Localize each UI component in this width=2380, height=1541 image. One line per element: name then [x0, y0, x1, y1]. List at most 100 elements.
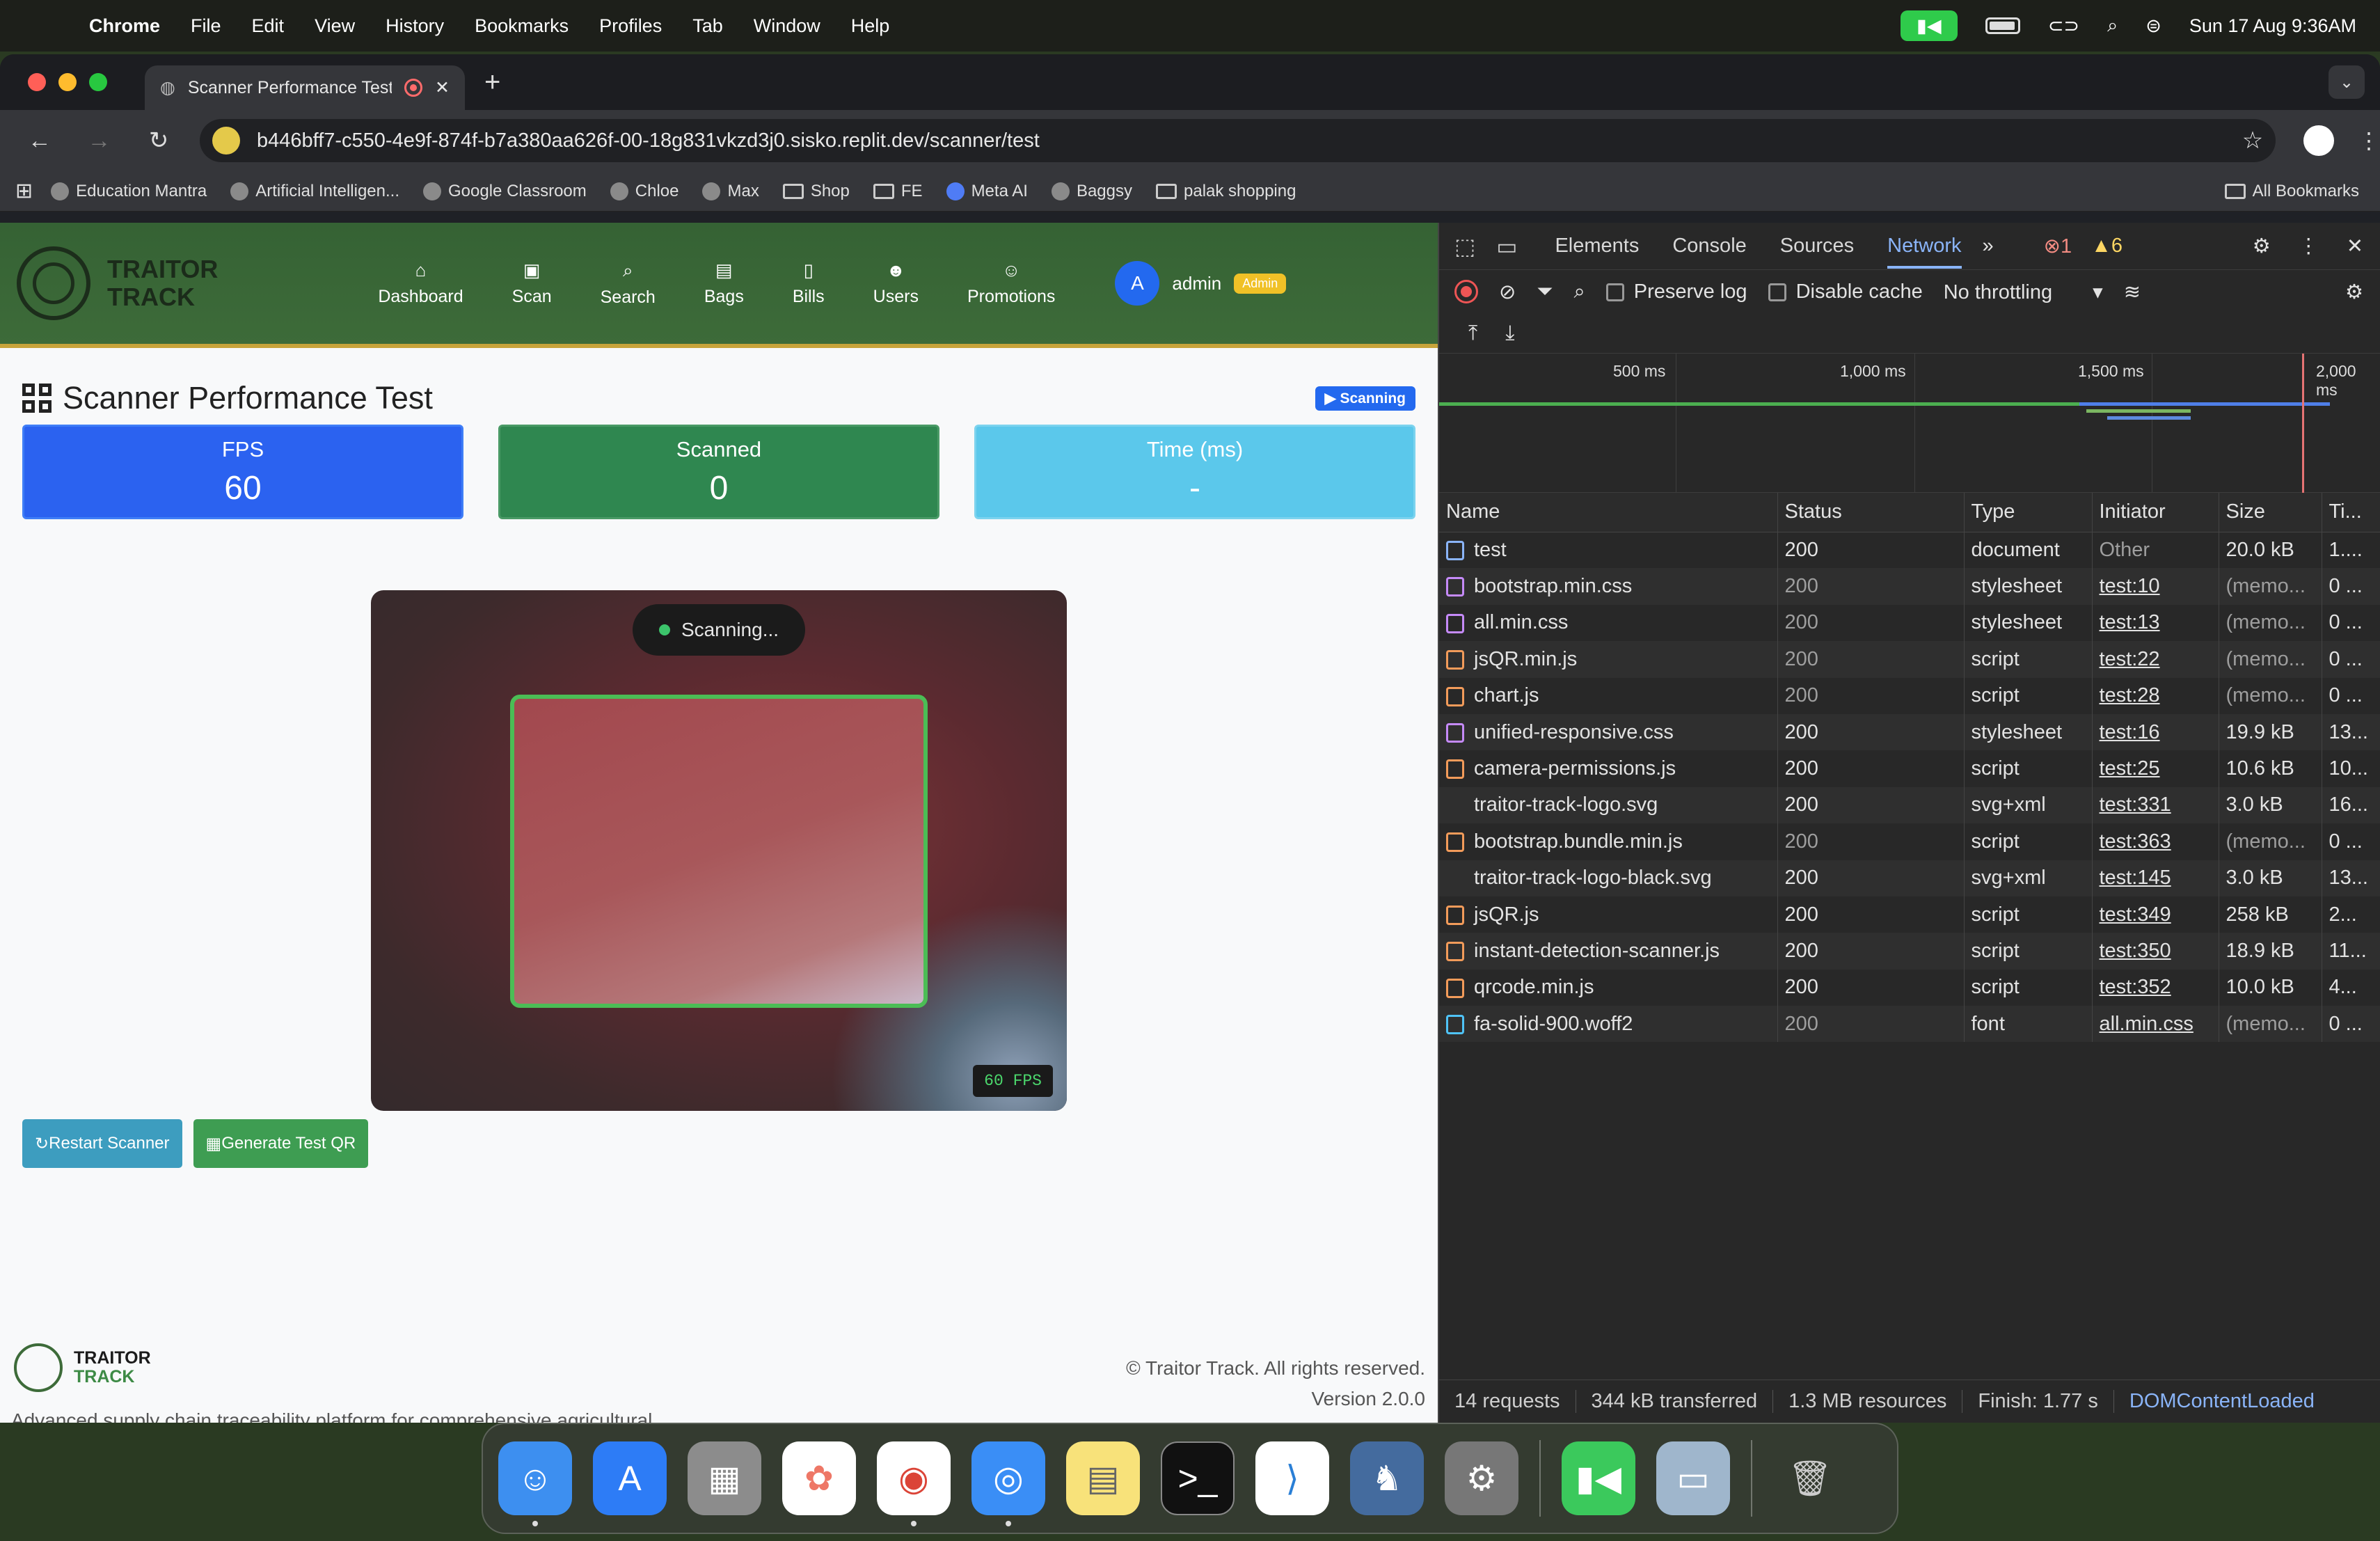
battery-icon[interactable]: [1985, 17, 2020, 34]
request-row[interactable]: instant-detection-scanner.js 200 script tes…: [1439, 933, 2380, 970]
network-settings-icon[interactable]: ⚙: [2345, 280, 2363, 304]
inspect-element-icon[interactable]: ⬚: [1454, 233, 1475, 260]
request-row[interactable]: chart.js 200 script test:28 (memo... 0 ...: [1439, 677, 2380, 714]
tab-elements[interactable]: Elements: [1555, 235, 1639, 258]
col-time[interactable]: Ti...: [2322, 493, 2380, 532]
bookmark-folder-shop[interactable]: Shop: [782, 182, 850, 201]
menu-history[interactable]: History: [386, 15, 444, 37]
request-initiator[interactable]: test:13: [2092, 604, 2219, 642]
request-initiator[interactable]: test:145: [2092, 860, 2219, 896]
col-type[interactable]: Type: [1964, 493, 2093, 532]
menu-edit[interactable]: Edit: [252, 15, 285, 37]
menu-bookmarks[interactable]: Bookmarks: [475, 15, 569, 37]
zoom-window-button[interactable]: [89, 73, 107, 91]
issues-counter[interactable]: ⊗1 ▲6: [2044, 234, 2123, 258]
disable-cache-checkbox[interactable]: Disable cache: [1768, 280, 1923, 303]
request-row[interactable]: qrcode.min.js 200 script test:352 10.0 kB 4..…: [1439, 969, 2380, 1006]
site-info-icon[interactable]: [212, 127, 241, 155]
minimize-window-button[interactable]: [58, 73, 77, 91]
search-icon[interactable]: ⌕: [1574, 280, 1585, 303]
device-toolbar-icon[interactable]: ▭: [1496, 233, 1517, 260]
request-initiator[interactable]: test:28: [2092, 677, 2219, 714]
request-initiator[interactable]: test:352: [2092, 969, 2219, 1006]
request-initiator[interactable]: test:350: [2092, 933, 2219, 970]
request-initiator[interactable]: test:349: [2092, 896, 2219, 933]
settings-gear-icon[interactable]: ⚙: [2253, 234, 2271, 258]
col-initiator[interactable]: Initiator: [2092, 493, 2219, 532]
devtools-menu-icon[interactable]: ⋮: [2299, 234, 2319, 258]
network-conditions-icon[interactable]: ≋: [2124, 280, 2141, 304]
error-count[interactable]: ⊗1: [2044, 234, 2072, 258]
bookmark-meta-ai[interactable]: Meta AI: [946, 182, 1028, 201]
request-row[interactable]: camera-permissions.js 200 script test:25 10.…: [1439, 750, 2380, 787]
request-initiator[interactable]: test:16: [2092, 713, 2219, 751]
warning-count[interactable]: ▲6: [2091, 235, 2123, 258]
menu-app-name[interactable]: Chrome: [89, 15, 160, 37]
terminal-icon[interactable]: >_: [1161, 1441, 1235, 1515]
user-menu[interactable]: A admin Admin: [1115, 261, 1287, 306]
menu-view[interactable]: View: [315, 15, 355, 37]
launchpad-icon[interactable]: ▦: [688, 1441, 761, 1515]
col-size[interactable]: Size: [2219, 493, 2322, 532]
request-initiator[interactable]: test:331: [2092, 787, 2219, 824]
system-settings-icon[interactable]: ⚙: [1445, 1441, 1518, 1515]
bookmark-folder-palak-shopping[interactable]: palak shopping: [1156, 182, 1296, 201]
tab-search-chevron-icon[interactable]: ⌄: [2329, 65, 2365, 99]
trash-icon[interactable]: 🗑: [1773, 1441, 1847, 1515]
camera-preview[interactable]: Scanning... 60 FPS: [371, 590, 1067, 1111]
request-row[interactable]: jsQR.min.js 200 script test:22 (memo... 0 ...: [1439, 641, 2380, 678]
bookmark-artificial-intelligence[interactable]: Artificial Intelligen...: [230, 182, 399, 201]
col-name[interactable]: Name: [1439, 493, 1778, 532]
preserve-log-checkbox[interactable]: Preserve log: [1605, 280, 1747, 303]
bookmark-star-icon[interactable]: ☆: [2242, 127, 2263, 155]
clear-icon[interactable]: ⊘: [1499, 280, 1516, 304]
brand-logo[interactable]: TRAITOR TRACK: [17, 246, 218, 320]
request-initiator[interactable]: all.min.css: [2092, 1006, 2219, 1043]
chrome-menu-icon[interactable]: ⋮: [2358, 127, 2380, 154]
throttling-select[interactable]: No throttling ▾: [1944, 280, 2103, 304]
request-row[interactable]: traitor-track-logo.svg 200 svg+xml test:331…: [1439, 787, 2380, 824]
nav-bills[interactable]: ▯ Bills: [793, 260, 825, 308]
menu-file[interactable]: File: [191, 15, 221, 37]
request-row[interactable]: traitor-track-logo-black.svg 200 svg+xml te…: [1439, 860, 2380, 896]
camera-in-use-icon[interactable]: ▮◀: [1900, 10, 1958, 41]
back-icon[interactable]: ←: [19, 127, 60, 155]
bookmark-education-mantra[interactable]: Education Mantra: [51, 182, 207, 201]
request-row[interactable]: bootstrap.bundle.min.js 200 script test:363…: [1439, 823, 2380, 860]
safari-icon[interactable]: ◎: [971, 1441, 1045, 1526]
apps-grid-icon[interactable]: ⊞: [15, 179, 33, 203]
browser-tab-active[interactable]: ◍ Scanner Performance Test ✕: [145, 65, 465, 110]
request-initiator[interactable]: test:22: [2092, 641, 2219, 678]
finder-icon[interactable]: ☺: [498, 1441, 572, 1526]
new-tab-button[interactable]: +: [484, 67, 500, 98]
request-initiator[interactable]: test:10: [2092, 568, 2219, 605]
photos-icon[interactable]: ✿: [782, 1441, 856, 1515]
address-bar[interactable]: b446bff7-c550-4e9f-874f-b7a380aa626f-00-…: [200, 119, 2276, 162]
close-window-button[interactable]: [28, 73, 46, 91]
url-text[interactable]: b446bff7-c550-4e9f-874f-b7a380aa626f-00-…: [257, 129, 1040, 152]
app-store-icon[interactable]: A: [593, 1441, 667, 1515]
close-devtools-icon[interactable]: ✕: [2347, 234, 2363, 258]
nav-users[interactable]: ☻ Users: [873, 260, 919, 308]
request-row[interactable]: all.min.css 200 stylesheet test:13 (memo... 0…: [1439, 604, 2380, 642]
network-timeline-overview[interactable]: 500 ms 1,000 ms 1,500 ms 2,000 ms: [1439, 354, 2380, 493]
bookmark-baggsy[interactable]: Baggsy: [1051, 182, 1132, 201]
request-row[interactable]: jsQR.js 200 script test:349 258 kB 2...: [1439, 896, 2380, 933]
profile-avatar[interactable]: [2303, 125, 2334, 156]
nav-scan[interactable]: ▣ Scan: [512, 260, 552, 308]
close-tab-icon[interactable]: ✕: [435, 77, 450, 98]
forward-icon[interactable]: →: [79, 127, 120, 155]
request-row[interactable]: unified-responsive.css 200 stylesheet test:…: [1439, 713, 2380, 751]
bookmark-chloe[interactable]: Chloe: [610, 182, 679, 201]
menu-tab[interactable]: Tab: [692, 15, 723, 37]
col-status[interactable]: Status: [1777, 493, 1965, 532]
menu-window[interactable]: Window: [754, 15, 820, 37]
request-row[interactable]: fa-solid-900.woff2 200 font all.min.css (mem…: [1439, 1006, 2380, 1043]
menu-profiles[interactable]: Profiles: [599, 15, 662, 37]
chrome-icon[interactable]: ◉: [877, 1441, 951, 1526]
bookmark-max[interactable]: Max: [702, 182, 759, 201]
request-row[interactable]: bootstrap.min.css 200 stylesheet test:10 (me…: [1439, 568, 2380, 605]
more-tabs-icon[interactable]: »: [1983, 235, 1994, 258]
nav-promotions[interactable]: ☺ Promotions: [967, 260, 1055, 308]
spotlight-search-icon[interactable]: ⌕: [2107, 15, 2118, 37]
